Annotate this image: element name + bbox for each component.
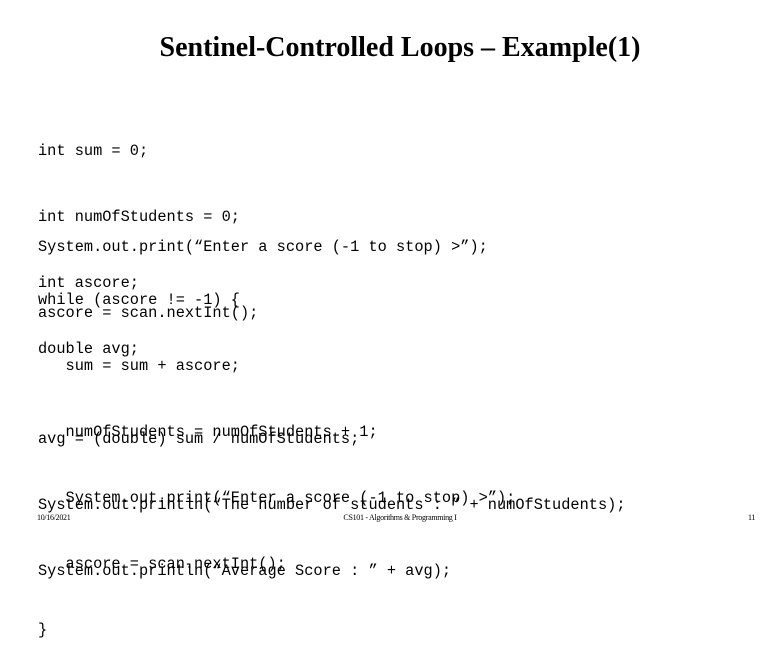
footer-page-number: 11 — [748, 513, 756, 522]
code-block-output: avg = (double) sum / numOfStudents; Syst… — [38, 384, 626, 604]
code-line: sum = sum + ascore; — [38, 357, 240, 375]
code-line: int sum = 0; — [38, 142, 149, 160]
code-line: while (ascore != -1) { — [38, 291, 240, 309]
code-line: System.out.println(“Average Score : ” + … — [38, 562, 452, 580]
footer-course: CS101 - Algorithms & Programming I — [343, 513, 457, 522]
code-line: } — [38, 621, 48, 639]
slide-title: Sentinel-Controlled Loops – Example(1) — [159, 32, 641, 63]
code-line: avg = (double) sum / numOfStudents; — [38, 430, 360, 448]
